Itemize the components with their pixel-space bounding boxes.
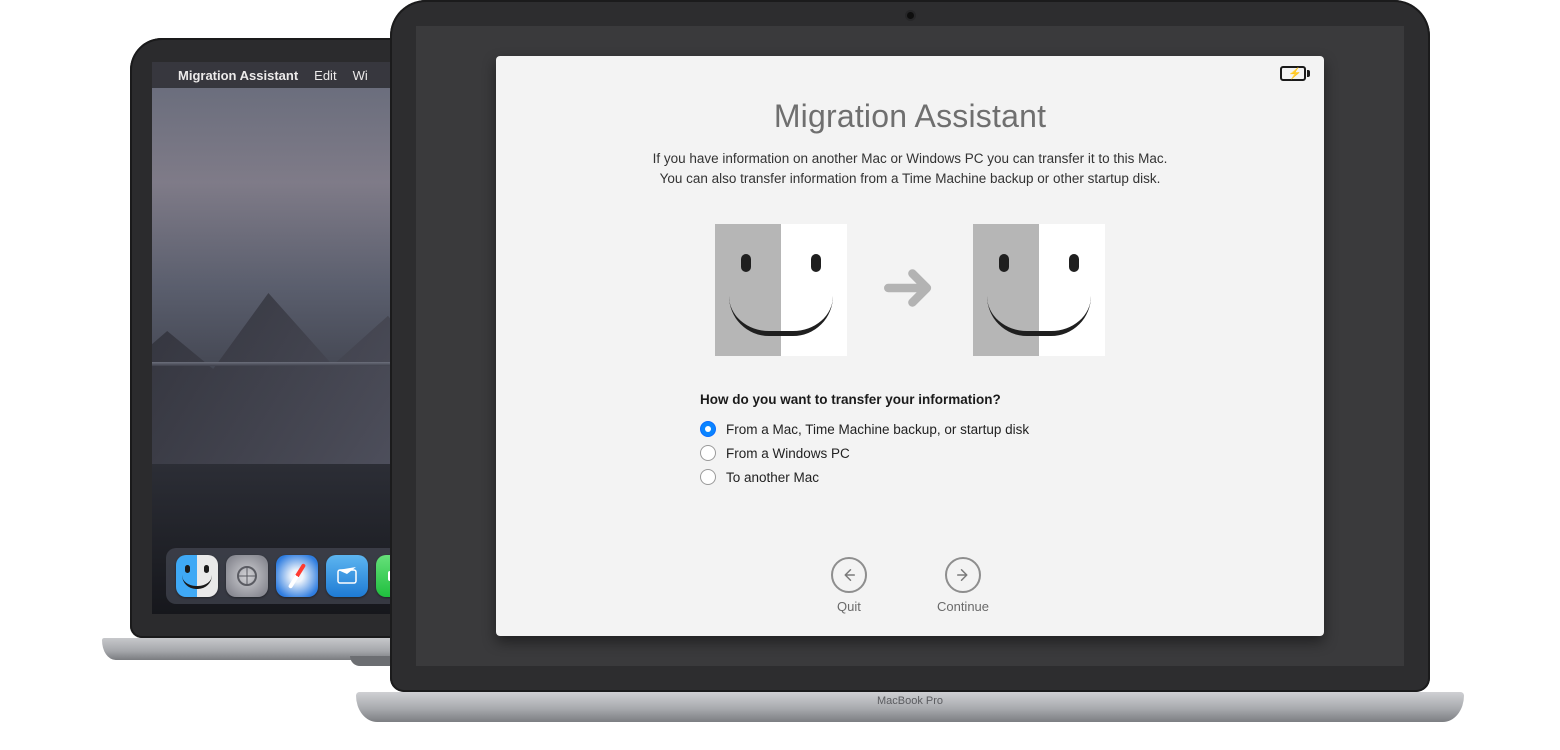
subtitle-line: You can also transfer information from a… bbox=[653, 169, 1168, 189]
front-laptop: ⚡ Migration Assistant If you have inform… bbox=[390, 0, 1430, 732]
battery-charging-icon: ⚡ bbox=[1280, 66, 1310, 81]
transfer-prompt: How do you want to transfer your informa… bbox=[700, 392, 1120, 407]
option-from-mac[interactable]: From a Mac, Time Machine backup, or star… bbox=[700, 421, 1120, 437]
button-label: Continue bbox=[937, 599, 989, 614]
front-laptop-base: MacBook Pro bbox=[356, 692, 1464, 722]
finder-source-icon bbox=[715, 224, 847, 356]
subtitle-line: If you have information on another Mac o… bbox=[653, 149, 1168, 169]
transfer-options: How do you want to transfer your informa… bbox=[700, 392, 1120, 493]
option-from-windows[interactable]: From a Windows PC bbox=[700, 445, 1120, 461]
page-subtitle: If you have information on another Mac o… bbox=[653, 149, 1168, 188]
finder-icon[interactable] bbox=[176, 555, 218, 597]
arrow-left-icon bbox=[831, 557, 867, 593]
option-to-another-mac[interactable]: To another Mac bbox=[700, 469, 1120, 485]
menubar-item-window[interactable]: Wi bbox=[353, 68, 368, 83]
continue-button[interactable]: Continue bbox=[937, 557, 989, 614]
option-label: From a Windows PC bbox=[726, 446, 850, 461]
radio-icon[interactable] bbox=[700, 445, 716, 461]
menubar-item-edit[interactable]: Edit bbox=[314, 68, 336, 83]
laptop-model-label: MacBook Pro bbox=[877, 695, 943, 707]
camera-icon bbox=[907, 12, 914, 19]
front-laptop-screen: ⚡ Migration Assistant If you have inform… bbox=[416, 26, 1404, 666]
radio-icon[interactable] bbox=[700, 469, 716, 485]
safari-icon[interactable] bbox=[276, 555, 318, 597]
option-label: From a Mac, Time Machine backup, or star… bbox=[726, 422, 1029, 437]
finder-destination-icon bbox=[973, 224, 1105, 356]
menubar-app-title[interactable]: Migration Assistant bbox=[178, 68, 298, 83]
option-label: To another Mac bbox=[726, 470, 819, 485]
button-label: Quit bbox=[837, 599, 861, 614]
migration-assistant-window: ⚡ Migration Assistant If you have inform… bbox=[496, 56, 1324, 636]
launchpad-icon[interactable] bbox=[226, 555, 268, 597]
arrow-right-icon bbox=[881, 259, 939, 322]
front-laptop-bezel: ⚡ Migration Assistant If you have inform… bbox=[390, 0, 1430, 692]
nav-buttons: Quit Continue bbox=[496, 557, 1324, 614]
page-title: Migration Assistant bbox=[774, 98, 1046, 135]
quit-button[interactable]: Quit bbox=[831, 557, 867, 614]
radio-icon[interactable] bbox=[700, 421, 716, 437]
transfer-illustration bbox=[715, 224, 1105, 356]
arrow-right-icon bbox=[945, 557, 981, 593]
mail-icon[interactable] bbox=[326, 555, 368, 597]
